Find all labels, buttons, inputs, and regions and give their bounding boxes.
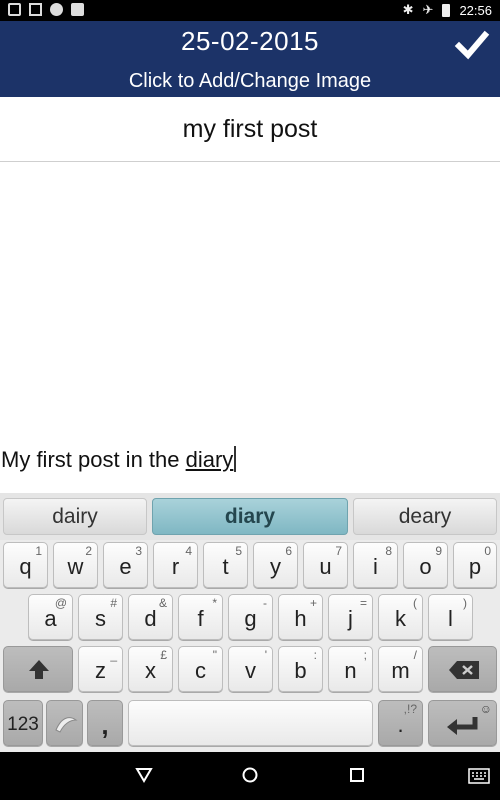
- swype-key[interactable]: [46, 700, 83, 746]
- key-y[interactable]: 6y: [253, 542, 298, 588]
- key-label: a: [44, 606, 57, 631]
- airplane-icon: ✈: [422, 2, 434, 17]
- status-bar: ✱ ✈ 22:56: [0, 0, 500, 21]
- post-body-text[interactable]: My first post in the diary: [1, 446, 237, 473]
- key-label: w: [67, 554, 84, 579]
- key-label: 123: [7, 714, 39, 735]
- recents-icon[interactable]: [348, 766, 366, 784]
- key-z[interactable]: _ z: [78, 646, 123, 692]
- suggestion-2-selected[interactable]: diary: [152, 498, 348, 535]
- key-label: h: [294, 606, 307, 631]
- screenshot-icon: [8, 3, 21, 16]
- backspace-icon: [449, 661, 479, 679]
- key-label: x: [145, 658, 156, 683]
- key-label: s: [95, 606, 106, 631]
- key-p[interactable]: 0p: [453, 542, 497, 588]
- key-label: ,: [101, 710, 109, 740]
- key-label: v: [245, 658, 256, 683]
- key-label: y: [270, 554, 281, 579]
- key-label: q: [19, 554, 32, 579]
- key-t[interactable]: 5t: [203, 542, 248, 588]
- key-e[interactable]: 3e: [103, 542, 148, 588]
- comma-key[interactable]: ,: [87, 700, 123, 746]
- key-d[interactable]: & d: [128, 594, 173, 640]
- image-icon: [29, 3, 42, 16]
- checklist-icon: [71, 3, 84, 16]
- key-u[interactable]: 7u: [303, 542, 348, 588]
- key-label: j: [348, 606, 353, 631]
- key-n[interactable]: ; n: [328, 646, 373, 692]
- key-label: p: [468, 554, 482, 579]
- key-label: m: [391, 658, 410, 683]
- key-g[interactable]: -g: [228, 594, 273, 640]
- key-v[interactable]: ' v: [228, 646, 273, 692]
- key-label: g: [244, 606, 257, 631]
- post-body-field[interactable]: My first post in the diary: [0, 163, 500, 493]
- key-c[interactable]: " c: [178, 646, 223, 692]
- key-label: i: [373, 554, 378, 579]
- body-prefix: My first post in the: [1, 447, 186, 472]
- entry-header[interactable]: 25-02-2015 Click to Add/Change Image: [0, 21, 500, 97]
- save-check-icon[interactable]: [454, 27, 490, 63]
- suggestion-bar: dairy diary deary: [0, 493, 500, 540]
- back-icon[interactable]: [135, 766, 153, 784]
- enter-key[interactable]: ☺: [428, 700, 497, 746]
- key-label: b: [294, 658, 307, 683]
- key-o[interactable]: 9o: [403, 542, 448, 588]
- key-m[interactable]: / m: [378, 646, 423, 692]
- navigation-bar: [0, 752, 500, 800]
- key-x[interactable]: £ x: [128, 646, 173, 692]
- key-r[interactable]: 4r: [153, 542, 198, 588]
- badge-icon: [50, 3, 63, 16]
- change-image-link[interactable]: Click to Add/Change Image: [0, 70, 500, 93]
- key-label: c: [195, 658, 206, 683]
- battery-icon: [442, 3, 451, 17]
- period-key[interactable]: ,!?.: [378, 700, 423, 746]
- suggestion-3[interactable]: deary: [353, 498, 497, 535]
- key-j[interactable]: = j: [328, 594, 373, 640]
- key-k[interactable]: (k: [378, 594, 423, 640]
- text-cursor: [234, 446, 237, 472]
- key-l[interactable]: ) l: [428, 594, 473, 640]
- key-label: f: [197, 606, 204, 631]
- key-b[interactable]: :b: [278, 646, 323, 692]
- composing-word: diary: [185, 447, 234, 472]
- key-label: o: [419, 554, 432, 579]
- keyboard-switch-icon[interactable]: [468, 768, 490, 784]
- emoji-icon: ☺: [479, 702, 492, 716]
- swype-icon: [55, 717, 78, 733]
- suggestion-1[interactable]: dairy: [3, 498, 147, 535]
- bluetooth-icon: ✱: [402, 2, 414, 17]
- space-key[interactable]: [128, 700, 373, 746]
- key-label: u: [319, 554, 332, 579]
- key-q[interactable]: 1q: [3, 542, 48, 588]
- key-label: e: [119, 554, 132, 579]
- key-label: l: [448, 606, 453, 631]
- key-f[interactable]: * f: [178, 594, 223, 640]
- key-i[interactable]: 8i: [353, 542, 398, 588]
- shift-arrow-icon: [29, 660, 49, 679]
- key-label: k: [395, 606, 406, 631]
- post-title-field[interactable]: my first post: [0, 97, 500, 162]
- key-label: z: [95, 658, 106, 683]
- key-label: n: [344, 658, 357, 683]
- enter-arrow-icon: [447, 717, 478, 735]
- numbers-key[interactable]: 123: [3, 700, 43, 746]
- key-label: d: [144, 606, 157, 631]
- key-label: .: [397, 712, 404, 737]
- key-label: t: [222, 554, 229, 579]
- key-label: r: [171, 554, 180, 579]
- entry-date[interactable]: 25-02-2015: [0, 26, 500, 57]
- soft-keyboard: dairy diary deary 1q 2w 3e 4r 5t 6y 7u 8…: [0, 493, 500, 752]
- backspace-key[interactable]: [428, 646, 497, 692]
- shift-key[interactable]: [3, 646, 73, 692]
- home-icon[interactable]: [241, 766, 259, 784]
- key-w[interactable]: 2w: [53, 542, 98, 588]
- clock: 22:56: [459, 2, 492, 18]
- key-h[interactable]: + h: [278, 594, 323, 640]
- key-s[interactable]: # s: [78, 594, 123, 640]
- key-a[interactable]: @ a: [28, 594, 73, 640]
